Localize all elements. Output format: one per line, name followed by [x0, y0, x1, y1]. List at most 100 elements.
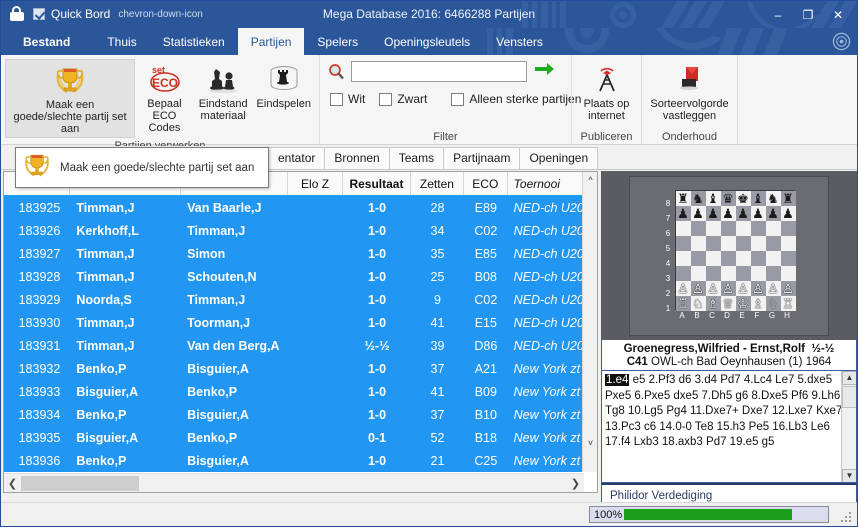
board-square[interactable]: ♟: [690, 206, 706, 221]
help-icon[interactable]: [832, 32, 851, 51]
board-square[interactable]: ♙: [690, 281, 706, 296]
board-square[interactable]: [675, 251, 691, 266]
checkbox-box[interactable]: [330, 92, 343, 106]
notation-scrollbar[interactable]: ▲ ▼: [841, 371, 856, 482]
board-square[interactable]: [705, 236, 721, 251]
table-row[interactable]: 183927 Timman,J Simon 1-0 35 E85 NED-ch U20: [4, 242, 597, 265]
board-square[interactable]: [780, 221, 796, 236]
board-square[interactable]: ♙: [675, 281, 691, 296]
board-square[interactable]: ♟: [780, 206, 796, 221]
board-square[interactable]: [705, 266, 721, 281]
board-square[interactable]: [750, 266, 766, 281]
vertical-scrollbar[interactable]: ^ ˅: [582, 172, 597, 472]
board-square[interactable]: [735, 236, 751, 251]
horizontal-scrollbar[interactable]: ❮ ❯: [4, 473, 584, 492]
table-row[interactable]: 183936 Benko,P Bisguier,A 1-0 21 C25 New York …: [4, 449, 597, 472]
board-square[interactable]: ♙: [705, 281, 721, 296]
board-square[interactable]: ♛: [720, 191, 736, 206]
checkbox-checked-icon[interactable]: [33, 8, 45, 20]
board-square[interactable]: [720, 251, 736, 266]
board-square[interactable]: ♟: [750, 206, 766, 221]
triangle-down-icon[interactable]: ▼: [842, 469, 856, 482]
column-header-zetten[interactable]: Zetten: [411, 172, 464, 195]
board-square[interactable]: [735, 221, 751, 236]
board-square[interactable]: ♟: [720, 206, 736, 221]
doc-tab-openingen[interactable]: Openingen: [519, 147, 599, 169]
board-square[interactable]: ♝: [705, 191, 721, 206]
board-square[interactable]: ♟: [705, 206, 721, 221]
hscroll-track[interactable]: [21, 476, 567, 491]
column-header-resultaat[interactable]: Resultaat: [343, 172, 411, 195]
notation-scroll-thumb[interactable]: [842, 386, 856, 408]
hscroll-thumb[interactable]: [21, 476, 139, 491]
tab-vensters[interactable]: Vensters: [483, 28, 556, 55]
checkbox-box[interactable]: [451, 92, 465, 106]
board-square[interactable]: [780, 251, 796, 266]
board-square[interactable]: [675, 236, 691, 251]
doc-tab-bronnen[interactable]: Bronnen: [324, 147, 390, 169]
board-square[interactable]: ♗: [750, 296, 766, 311]
board-square[interactable]: ♙: [765, 281, 781, 296]
table-row[interactable]: 183929 Noorda,S Timman,J 1-0 9 C02 NED-ch U20: [4, 288, 597, 311]
board-square[interactable]: ♟: [765, 206, 781, 221]
resize-grip-icon[interactable]: [841, 509, 853, 522]
board-square[interactable]: [735, 266, 751, 281]
board-square[interactable]: ♙: [750, 281, 766, 296]
doc-tab-commentator[interactable]: entator: [268, 147, 326, 169]
board-square[interactable]: [675, 266, 691, 281]
board-square[interactable]: [675, 221, 691, 236]
quick-access-toolbar[interactable]: Quick Bord chevron-down-icon: [7, 3, 203, 25]
table-row[interactable]: 183932 Benko,P Bisguier,A 1-0 37 A21 New York …: [4, 357, 597, 380]
column-header-eloz[interactable]: Elo Z: [288, 172, 343, 195]
doc-tab-partijnaam[interactable]: Partijnaam: [443, 147, 521, 169]
table-row[interactable]: 183933 Bisguier,A Benko,P 1-0 41 B09 New York …: [4, 380, 597, 403]
board-square[interactable]: ♙: [780, 281, 796, 296]
maximize-button[interactable]: ❐: [793, 4, 823, 26]
board-square[interactable]: [765, 221, 781, 236]
tab-spelers[interactable]: Spelers: [304, 28, 371, 55]
button-maak-goede-slechte-partij-set[interactable]: Maak een goede/slechte partij set aan: [5, 59, 136, 138]
board-square[interactable]: ♜: [780, 191, 796, 206]
button-sorteervolgorde-vastleggen[interactable]: Sorteervolgorde vastleggen: [646, 59, 733, 124]
board-square[interactable]: [765, 236, 781, 251]
board-square[interactable]: [690, 236, 706, 251]
tab-openingsleutels[interactable]: Openingsleutels: [371, 28, 483, 55]
minimize-button[interactable]: –: [763, 4, 793, 26]
chevron-down-icon[interactable]: chevron-down-icon: [118, 9, 203, 20]
board-square[interactable]: ♟: [675, 206, 691, 221]
board-square[interactable]: [705, 251, 721, 266]
button-plaats-op-internet[interactable]: Plaats op internet: [576, 59, 637, 124]
search-input-wrapper[interactable]: [351, 61, 527, 82]
board-square[interactable]: [750, 251, 766, 266]
board-square[interactable]: ♟: [735, 206, 751, 221]
board-square[interactable]: ♖: [780, 296, 796, 311]
notation-panel[interactable]: 1.e4 e5 2.Pf3 d6 3.d4 Pd7 4.Lc4 Le7 5.dx…: [601, 371, 857, 483]
tab-bestand[interactable]: Bestand: [1, 28, 94, 55]
table-row[interactable]: 183930 Timman,J Toorman,J 1-0 41 E15 NED-ch U2…: [4, 311, 597, 334]
chessboard[interactable]: ♜ ♞ ♝ ♛ ♚ ♝ ♞ ♜ ♟ ♟ ♟ ♟ ♟ ♟ ♟ ♟ ♙ ♙ ♙ ♙ ♙ ♙ ♙ ♙ ♖ ♘ ♗ ♕ ♔ ♗ ♘ ♖: [674, 190, 796, 311]
board-square[interactable]: ♔: [735, 296, 751, 311]
table-row[interactable]: 183928 Timman,J Schouten,N 1-0 25 B08 NED-ch U…: [4, 265, 597, 288]
chevron-left-icon[interactable]: ❮: [4, 477, 21, 490]
board-square[interactable]: [705, 221, 721, 236]
board-square[interactable]: [765, 251, 781, 266]
board-square[interactable]: ♖: [675, 296, 691, 311]
tab-statistieken[interactable]: Statistieken: [150, 28, 238, 55]
board-square[interactable]: [720, 266, 736, 281]
checkbox-box[interactable]: [379, 92, 393, 106]
board-square[interactable]: ♘: [690, 296, 706, 311]
board-square[interactable]: ♙: [720, 281, 736, 296]
board-square[interactable]: ♗: [705, 296, 721, 311]
board-square[interactable]: ♙: [735, 281, 751, 296]
table-row[interactable]: 183934 Benko,P Bisguier,A 1-0 37 B10 New York …: [4, 403, 597, 426]
board-square[interactable]: ♞: [765, 191, 781, 206]
board-square[interactable]: [765, 266, 781, 281]
lock-icon[interactable]: [7, 4, 27, 24]
board-square[interactable]: [750, 236, 766, 251]
table-row[interactable]: 183925 Timman,J Van Baarle,J 1-0 28 E89 NED-ch…: [4, 196, 597, 219]
chevron-right-icon[interactable]: ❯: [567, 477, 584, 490]
tab-thuis[interactable]: Thuis: [94, 28, 149, 55]
board-square[interactable]: [780, 266, 796, 281]
notation-current-move[interactable]: 1.e4: [605, 374, 630, 386]
checkbox-wit[interactable]: Wit: [330, 92, 365, 106]
